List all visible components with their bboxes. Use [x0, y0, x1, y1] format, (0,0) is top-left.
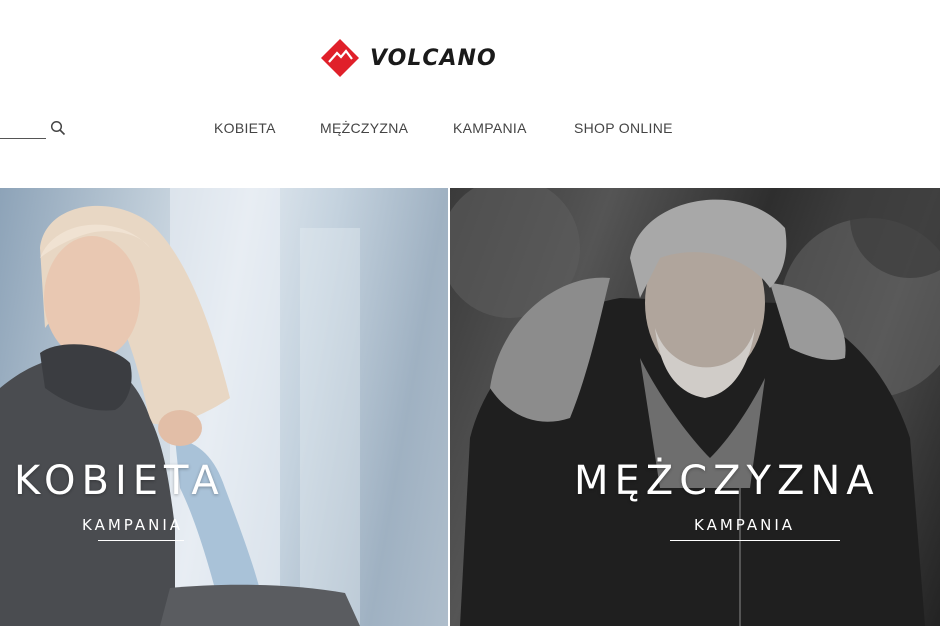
panel-underline-women — [98, 540, 184, 541]
nav-item-mezczyzna[interactable]: MĘŻCZYZNA — [320, 120, 408, 136]
main-nav: KOBIETA MĘŻCZYZNA KAMPANIA SHOP ONLINE — [0, 120, 940, 142]
men-campaign-photo — [450, 188, 940, 626]
hero-panel-men[interactable]: MĘŻCZYZNA KAMPANIA — [450, 188, 940, 626]
panel-subtitle-men[interactable]: KAMPANIA — [694, 516, 795, 534]
panel-subtitle-women[interactable]: KAMPANIA — [82, 516, 183, 534]
nav-item-kampania[interactable]: KAMPANIA — [453, 120, 527, 136]
brand-logo[interactable]: VOLCANO — [320, 36, 497, 80]
panel-underline-men — [670, 540, 840, 541]
women-campaign-photo — [0, 188, 360, 626]
panel-title-women: KOBIETA — [14, 458, 225, 504]
nav-item-kobieta[interactable]: KOBIETA — [214, 120, 276, 136]
logo-wordmark: VOLCANO — [370, 45, 497, 71]
panel-title-men: MĘŻCZYZNA — [574, 458, 880, 504]
volcano-logo-icon — [321, 39, 359, 77]
nav-item-shop-online[interactable]: SHOP ONLINE — [574, 120, 673, 136]
hero-panel-women[interactable]: KOBIETA KAMPANIA — [0, 188, 448, 626]
